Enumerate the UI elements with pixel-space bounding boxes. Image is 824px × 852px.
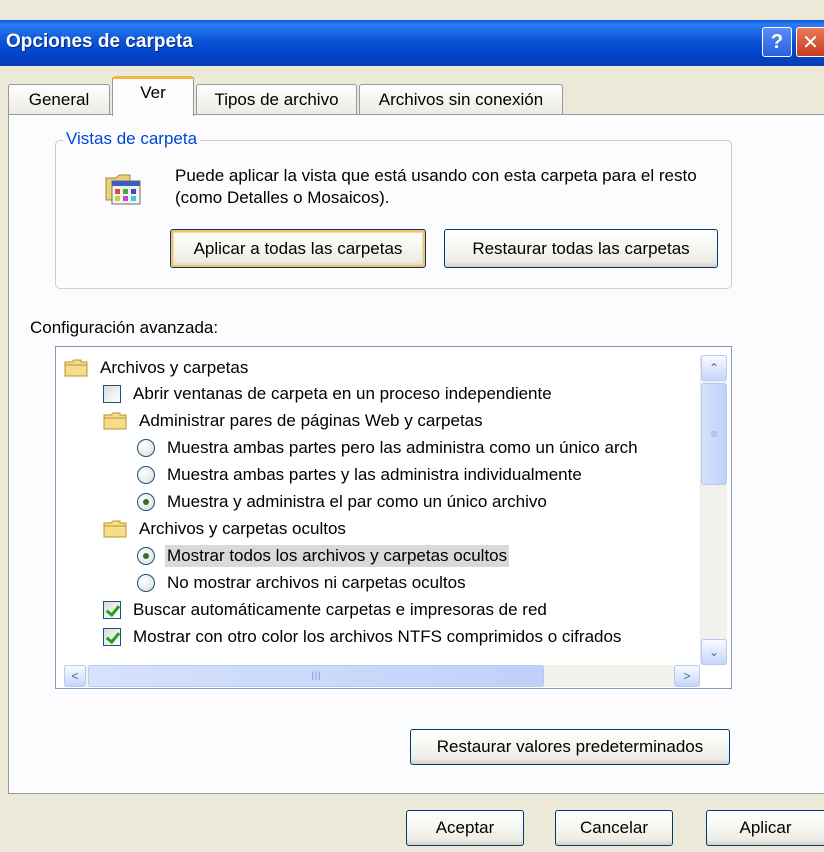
list-item-label: Muestra y administra el par como un únic… xyxy=(167,492,547,511)
folder-views-description: Puede aplicar la vista que está usando c… xyxy=(175,166,697,207)
restore-defaults-button[interactable]: Restaurar valores predeterminados xyxy=(410,729,730,765)
radio-button[interactable] xyxy=(137,439,155,457)
title-bar[interactable]: Opciones de carpeta ? ✕ xyxy=(0,20,824,66)
tab-general[interactable]: General xyxy=(8,84,110,114)
folder-icon xyxy=(103,412,127,430)
horizontal-scroll-thumb[interactable]: III xyxy=(88,665,544,687)
tab-ver[interactable]: Ver xyxy=(112,76,194,116)
advanced-settings-list[interactable]: Archivos y carpetas Abrir ventanas de ca… xyxy=(55,346,732,689)
vertical-scroll-thumb[interactable]: ≡ xyxy=(701,383,727,485)
ok-button[interactable]: Aceptar xyxy=(406,810,524,846)
advanced-settings-label: Configuración avanzada: xyxy=(30,318,219,337)
list-item-label: Muestra ambas partes y las administra in… xyxy=(167,465,582,484)
list-item-label: Archivos y carpetas ocultos xyxy=(139,519,346,538)
cancel-button[interactable]: Cancelar xyxy=(555,810,673,846)
radio-button[interactable] xyxy=(137,466,155,484)
window-title: Opciones de carpeta xyxy=(6,31,193,52)
checkbox-checked[interactable] xyxy=(103,601,121,619)
list-item-label: Mostrar con otro color los archivos NTFS… xyxy=(133,627,622,646)
list-item-label: Abrir ventanas de carpeta en un proceso … xyxy=(133,384,552,403)
list-item-abrir-ventanas[interactable]: Abrir ventanas de carpeta en un proceso … xyxy=(103,382,554,406)
list-item-label: Archivos y carpetas xyxy=(100,358,249,377)
apply-to-all-folders-button[interactable]: Aplicar a todas las carpetas xyxy=(170,229,426,268)
checkbox[interactable] xyxy=(103,385,121,403)
list-item-muestra-par-unico[interactable]: Muestra y administra el par como un únic… xyxy=(137,490,549,514)
folder-view-icon xyxy=(104,170,142,206)
list-item-archivos-ocultos[interactable]: Archivos y carpetas ocultos xyxy=(103,517,348,541)
list-item-label: No mostrar archivos ni carpetas ocultos xyxy=(167,573,466,592)
list-item-no-mostrar-ocultos[interactable]: No mostrar archivos ni carpetas ocultos xyxy=(137,571,468,595)
folder-icon xyxy=(64,359,88,377)
list-item-label: Buscar automáticamente carpetas e impres… xyxy=(133,600,547,619)
tab-archivos-sin-conexion[interactable]: Archivos sin conexión xyxy=(359,84,563,114)
folder-views-group-label: Vistas de carpeta xyxy=(63,129,201,149)
list-item-muestra-ambas-individual[interactable]: Muestra ambas partes y las administra in… xyxy=(137,463,584,487)
scroll-up-button[interactable]: ⌃ xyxy=(701,355,727,381)
horizontal-scrollbar[interactable]: < III > xyxy=(64,665,700,687)
scroll-right-button[interactable]: > xyxy=(674,665,700,687)
scroll-left-button[interactable]: < xyxy=(64,665,86,687)
list-item-label: Muestra ambas partes pero las administra… xyxy=(167,438,638,457)
list-item-archivos-y-carpetas[interactable]: Archivos y carpetas xyxy=(64,356,250,380)
radio-button-checked[interactable] xyxy=(137,493,155,511)
folder-icon xyxy=(103,520,127,538)
list-item-muestra-ambas-unico[interactable]: Muestra ambas partes pero las administra… xyxy=(137,436,640,460)
scroll-down-button[interactable]: ⌄ xyxy=(701,639,727,665)
close-button[interactable]: ✕ xyxy=(796,27,824,57)
list-item-buscar-automaticamente[interactable]: Buscar automáticamente carpetas e impres… xyxy=(103,598,549,622)
folder-options-dialog: Opciones de carpeta ? ✕ General Ver Tipo… xyxy=(0,0,824,852)
radio-button[interactable] xyxy=(137,574,155,592)
tab-tipos-de-archivo[interactable]: Tipos de archivo xyxy=(196,84,357,114)
apply-button[interactable]: Aplicar xyxy=(706,810,824,846)
checkbox-checked[interactable] xyxy=(103,628,121,646)
list-item-label-selected: Mostrar todos los archivos y carpetas oc… xyxy=(165,545,510,567)
vertical-scrollbar[interactable]: ⌃ ≡ ⌄ xyxy=(700,355,727,665)
list-item-mostrar-ocultos[interactable]: Mostrar todos los archivos y carpetas oc… xyxy=(137,544,510,568)
list-item-label: Administrar pares de páginas Web y carpe… xyxy=(139,411,483,430)
list-item-mostrar-ntfs[interactable]: Mostrar con otro color los archivos NTFS… xyxy=(103,625,623,649)
list-item-administrar-pares[interactable]: Administrar pares de páginas Web y carpe… xyxy=(103,409,485,433)
reset-all-folders-button[interactable]: Restaurar todas las carpetas xyxy=(444,229,718,268)
radio-button-checked[interactable] xyxy=(137,547,155,565)
help-button[interactable]: ? xyxy=(762,27,792,57)
